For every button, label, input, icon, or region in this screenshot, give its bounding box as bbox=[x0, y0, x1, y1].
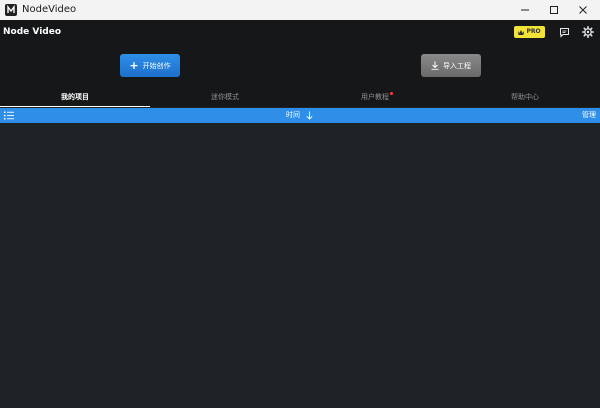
close-button[interactable] bbox=[568, 0, 598, 20]
import-project-button[interactable]: 导入工程 bbox=[421, 54, 481, 77]
tab-label: 我的项目 bbox=[61, 93, 89, 101]
maximize-button[interactable] bbox=[539, 0, 569, 20]
app-logo-icon bbox=[5, 4, 17, 16]
sort-by-time-button[interactable]: 时间 bbox=[286, 108, 313, 123]
pro-badge-button[interactable]: PRO bbox=[514, 26, 545, 38]
tab-mini-mode[interactable]: 迷你模式 bbox=[150, 89, 300, 107]
close-icon bbox=[579, 6, 587, 14]
window-titlebar: NodeVideo bbox=[0, 0, 600, 20]
project-list-toolbar: 时间 管理 bbox=[0, 108, 600, 123]
start-create-button[interactable]: + 开始创作 bbox=[120, 54, 180, 77]
download-icon bbox=[431, 61, 439, 70]
tab-bar: 我的项目 迷你模式 用户教程 帮助中心 bbox=[0, 89, 600, 107]
minimize-button[interactable] bbox=[510, 0, 540, 20]
start-create-label: 开始创作 bbox=[142, 61, 171, 70]
pro-label: PRO bbox=[526, 28, 541, 35]
gear-icon bbox=[582, 26, 594, 38]
window-title: NodeVideo bbox=[22, 4, 77, 15]
sort-label: 时间 bbox=[286, 111, 300, 119]
minimize-icon bbox=[521, 9, 529, 11]
app-name: Node Video bbox=[3, 27, 62, 37]
plus-icon: + bbox=[129, 58, 139, 72]
manage-button[interactable]: 管理 bbox=[582, 108, 596, 123]
import-project-label: 导入工程 bbox=[443, 61, 471, 70]
notification-dot bbox=[390, 92, 393, 95]
settings-button[interactable] bbox=[581, 25, 595, 39]
maximize-icon bbox=[550, 6, 558, 14]
tab-label: 迷你模式 bbox=[211, 93, 239, 101]
list-icon bbox=[4, 111, 14, 120]
tab-label: 帮助中心 bbox=[511, 93, 539, 101]
feedback-button[interactable] bbox=[557, 25, 571, 39]
arrow-down-icon bbox=[306, 111, 313, 120]
crown-icon bbox=[518, 29, 525, 35]
project-list-area bbox=[0, 123, 600, 408]
feedback-icon bbox=[559, 27, 569, 38]
tab-my-projects[interactable]: 我的项目 bbox=[0, 89, 150, 107]
tab-label: 用户教程 bbox=[361, 93, 389, 101]
action-area bbox=[0, 46, 600, 89]
tab-user-tutorial[interactable]: 用户教程 bbox=[300, 89, 450, 107]
tab-help-center[interactable]: 帮助中心 bbox=[450, 89, 600, 107]
app-header: Node Video bbox=[0, 20, 600, 46]
